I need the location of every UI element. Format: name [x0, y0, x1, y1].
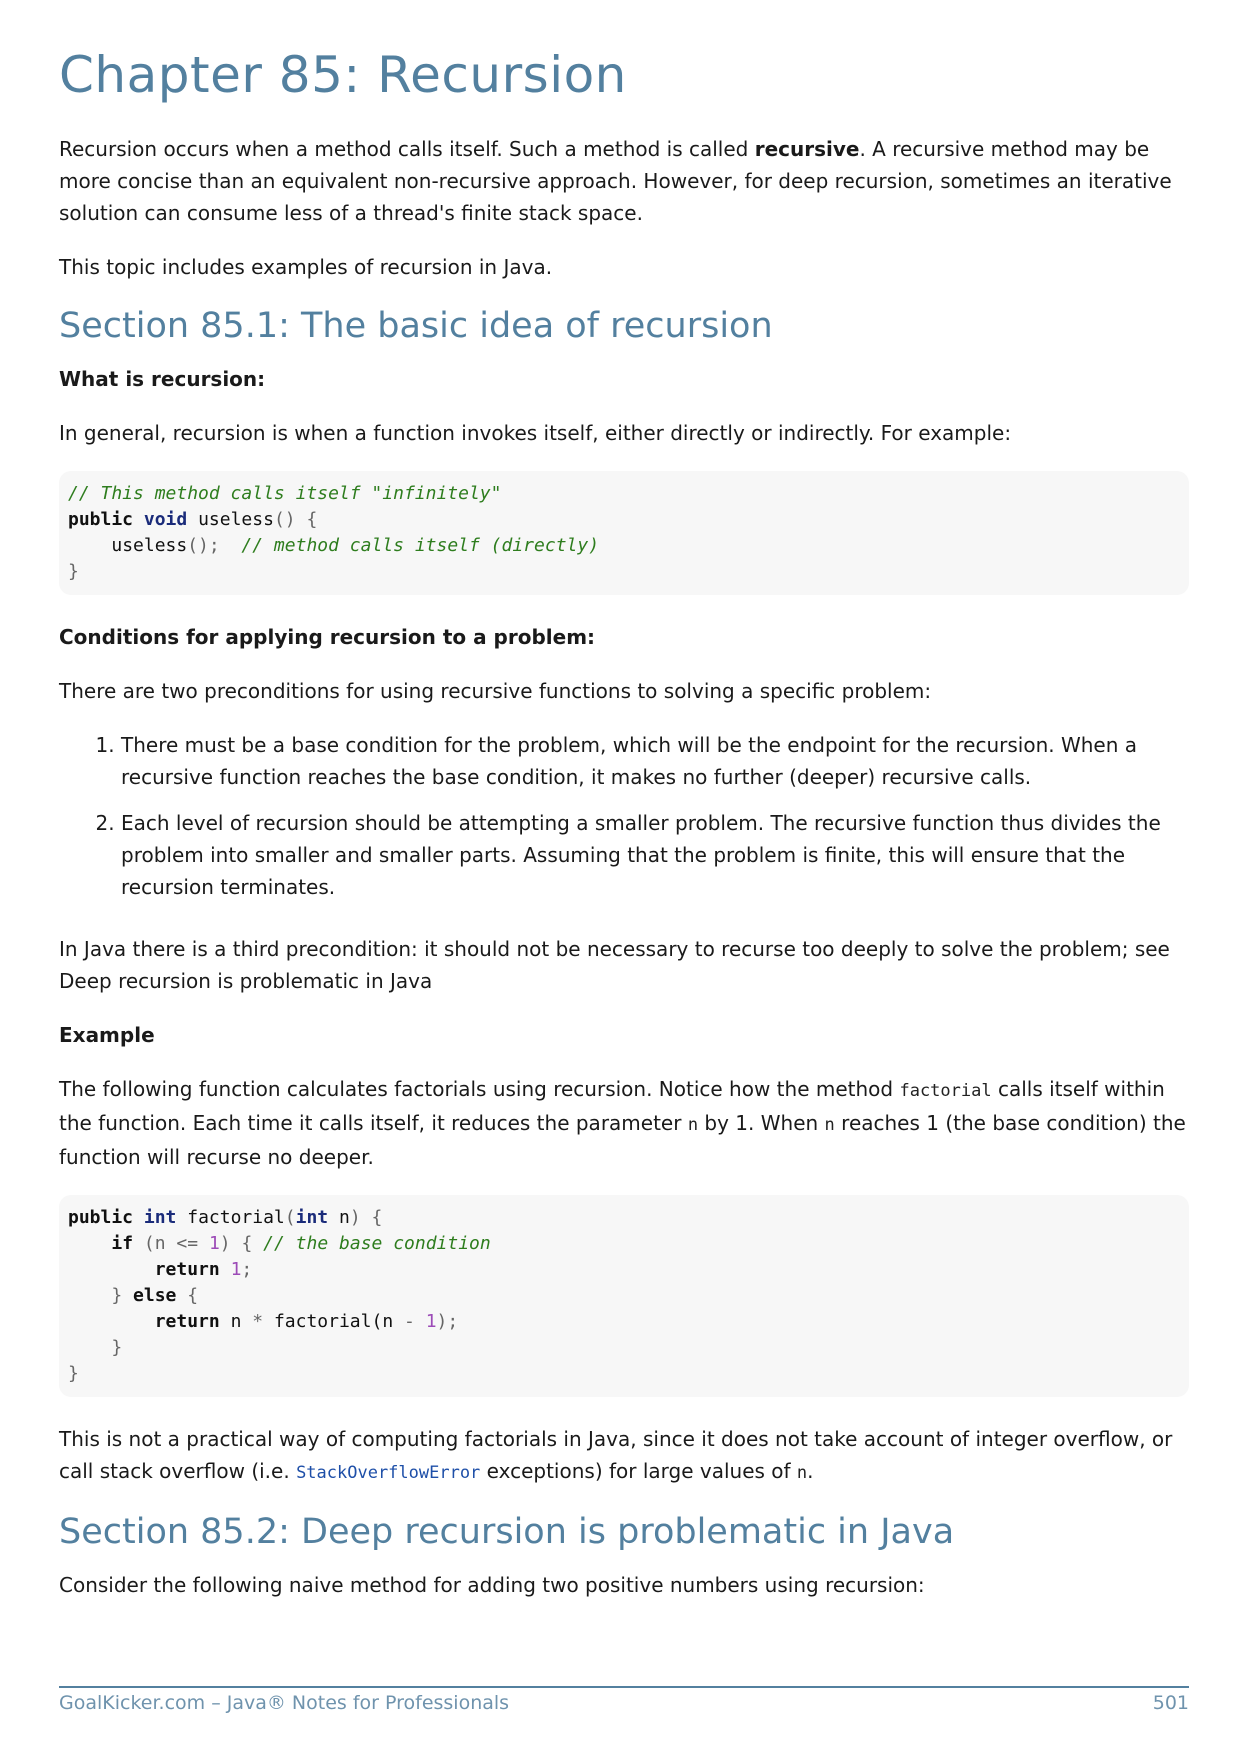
- page-content: Chapter 85: Recursion Recursion occurs w…: [59, 48, 1189, 1623]
- stackoverflowerror-link[interactable]: StackOverflowError: [296, 1463, 480, 1483]
- code-punct: ) {: [219, 1233, 253, 1254]
- code-operator: *: [252, 1311, 264, 1332]
- code-punct: ) {: [349, 1207, 383, 1228]
- code-punct: }: [111, 1285, 123, 1306]
- code-comment: // the base condition: [263, 1233, 491, 1254]
- what-is-recursion-text: In general, recursion is when a function…: [59, 421, 1012, 445]
- code-number: 1: [208, 1233, 220, 1254]
- section-2-text: Consider the following naive method for …: [59, 1573, 925, 1597]
- code-identifier: useless: [111, 535, 188, 556]
- page-number: 501: [1152, 1692, 1189, 1714]
- code-operator: -: [404, 1311, 415, 1332]
- code-punct: {: [187, 1285, 199, 1306]
- intro-bold-term: recursive: [754, 137, 860, 161]
- code-block-factorial: public int factorial(int n) { if (n <= 1…: [59, 1195, 1189, 1397]
- section-2-title: Section 85.2: Deep recursion is problema…: [59, 1512, 955, 1552]
- code-keyword: return: [154, 1259, 220, 1280]
- inline-code: n: [687, 1115, 699, 1135]
- inline-code: n: [824, 1115, 835, 1135]
- code-keyword: public: [68, 509, 134, 530]
- code-keyword: else: [133, 1285, 177, 1306]
- code-punct: ;: [241, 1259, 253, 1280]
- inline-code: factorial: [899, 1081, 992, 1101]
- code-punct: {: [306, 509, 318, 530]
- code-punct: (: [284, 1207, 296, 1228]
- section-1-title: Section 85.1: The basic idea of recursio…: [59, 306, 773, 346]
- footer-source: GoalKicker.com – Java® Notes for Profess…: [59, 1692, 510, 1714]
- intro-text-before: Recursion occurs when a method calls its…: [59, 137, 755, 161]
- example-text-part: by 1. When: [698, 1111, 825, 1135]
- code-type: int: [143, 1207, 177, 1228]
- conditions-heading: Conditions for applying recursion to a p…: [59, 625, 596, 649]
- conditions-list: There must be a base condition for the p…: [59, 729, 1189, 903]
- code-operator: <=: [176, 1233, 199, 1254]
- intro-paragraph: Recursion occurs when a method calls its…: [59, 133, 1189, 229]
- code-comment: // This method calls itself "infinitely": [68, 483, 502, 504]
- list-item: Each level of recursion should be attemp…: [121, 807, 1189, 903]
- code-keyword: return: [154, 1311, 220, 1332]
- code-punct: (n: [143, 1233, 166, 1254]
- code-punct: );: [436, 1311, 459, 1332]
- code-block-useless: // This method calls itself "infinitely"…: [59, 471, 1189, 595]
- example-heading: Example: [59, 1023, 155, 1047]
- code-punct: ();: [187, 535, 220, 556]
- code-keyword: if: [111, 1233, 134, 1254]
- code-keyword: public: [68, 1207, 134, 1228]
- code-punct: }: [68, 561, 79, 582]
- code-identifier: n: [338, 1207, 350, 1228]
- code-identifier: n: [230, 1311, 242, 1332]
- list-item: There must be a base condition for the p…: [121, 729, 1189, 793]
- code-punct: (): [273, 509, 296, 530]
- code-punct: }: [111, 1337, 123, 1358]
- code-number: 1: [230, 1259, 242, 1280]
- chapter-title: Chapter 85: Recursion: [59, 46, 627, 104]
- intro-paragraph-2: This topic includes examples of recursio…: [59, 255, 553, 279]
- code-identifier: factorial(n: [273, 1311, 394, 1332]
- note-text-part: exceptions) for large values of: [480, 1459, 797, 1483]
- code-type: int: [295, 1207, 329, 1228]
- note-text-part: .: [807, 1459, 814, 1483]
- code-identifier: factorial: [187, 1207, 285, 1228]
- conditions-text: There are two preconditions for using re…: [59, 679, 932, 703]
- practical-note: This is not a practical way of computing…: [59, 1423, 1189, 1489]
- java-precondition-text: In Java there is a third precondition: i…: [59, 937, 1170, 993]
- code-identifier: useless: [198, 509, 274, 530]
- code-number: 1: [425, 1311, 437, 1332]
- what-is-recursion-heading: What is recursion:: [59, 367, 266, 391]
- page-footer: GoalKicker.com – Java® Notes for Profess…: [59, 1686, 1189, 1714]
- inline-code: n: [796, 1463, 808, 1483]
- code-comment: // method calls itself (directly): [241, 535, 600, 556]
- example-text: The following function calculates factor…: [59, 1073, 1189, 1173]
- code-punct: }: [68, 1363, 79, 1384]
- code-type: void: [143, 509, 188, 530]
- example-text-part: The following function calculates factor…: [59, 1077, 900, 1101]
